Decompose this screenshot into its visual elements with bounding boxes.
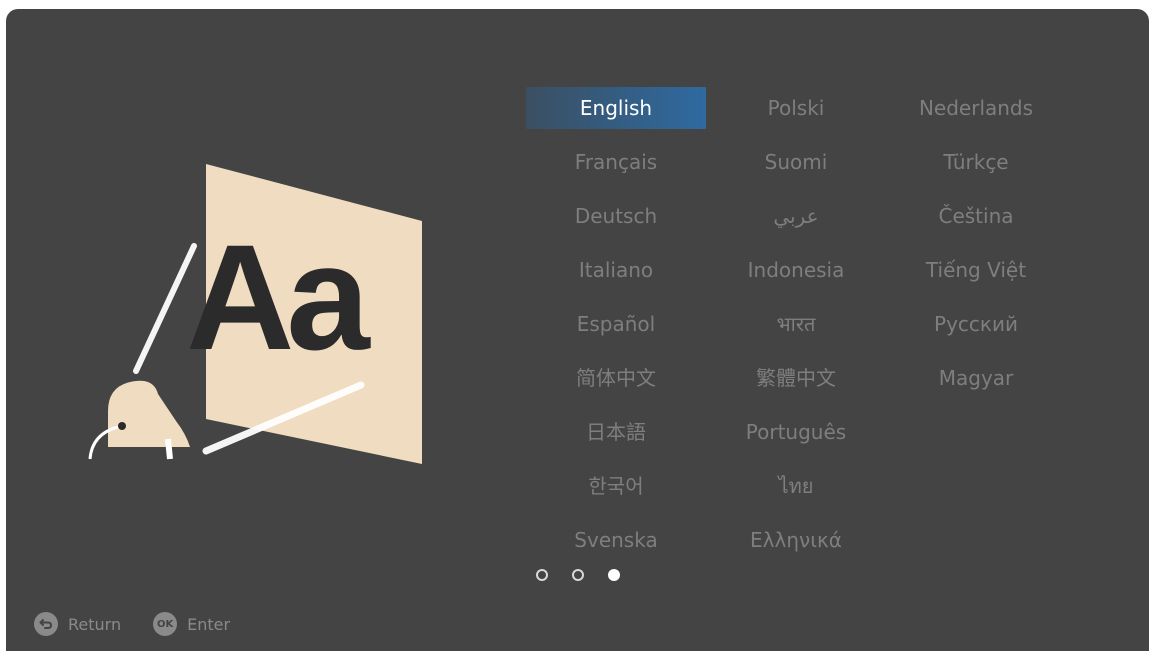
language-item-nederlands[interactable]: Nederlands	[886, 87, 1066, 129]
language-item-greek[interactable]: Ελληνικά	[706, 519, 886, 561]
return-hint[interactable]: Return	[34, 612, 121, 636]
footer-hints: Return OK Enter	[34, 612, 262, 636]
language-illustration: Aa	[88, 164, 422, 464]
return-arrow-icon	[34, 612, 58, 636]
language-item-deutsch[interactable]: Deutsch	[526, 195, 706, 237]
language-item-francais[interactable]: Français	[526, 141, 706, 183]
language-item-magyar[interactable]: Magyar	[886, 357, 1066, 399]
return-label: Return	[68, 614, 122, 634]
illustration-glyph-text: Aa	[186, 213, 371, 381]
language-item-suomi[interactable]: Suomi	[706, 141, 886, 183]
ok-button-icon: OK	[153, 612, 178, 636]
language-item-hindi[interactable]: भारत	[706, 303, 886, 345]
pagination-dot-2[interactable]	[572, 569, 584, 581]
pagination-dot-3-active[interactable]	[608, 569, 620, 581]
language-item-arabic[interactable]: عربي	[706, 195, 886, 237]
language-item-vietnamese[interactable]: Tiếng Việt	[886, 249, 1066, 291]
language-item-thai[interactable]: ไทย	[706, 465, 886, 507]
pagination-dot-1[interactable]	[536, 569, 548, 581]
language-item-italiano[interactable]: Italiano	[526, 249, 706, 291]
enter-hint[interactable]: OK Enter	[153, 612, 230, 636]
language-item-english[interactable]: English	[526, 87, 706, 129]
language-item-portugues[interactable]: Português	[706, 411, 886, 453]
language-item-russian[interactable]: Русский	[886, 303, 1066, 345]
projector-shape	[108, 380, 190, 447]
language-selection-screen: Aa English Français Deutsch Italiano Esp…	[6, 9, 1149, 651]
language-item-espanol[interactable]: Español	[526, 303, 706, 345]
language-item-traditional-chinese[interactable]: 繁體中文	[706, 357, 886, 399]
enter-label: Enter	[187, 614, 231, 634]
language-item-svenska[interactable]: Svenska	[526, 519, 706, 561]
language-grid: English Français Deutsch Italiano Españo…	[526, 87, 1066, 573]
language-item-simplified-chinese[interactable]: 简体中文	[526, 357, 706, 399]
language-item-korean[interactable]: 한국어	[526, 465, 706, 507]
language-item-turkce[interactable]: Türkçe	[886, 141, 1066, 183]
language-item-polski[interactable]: Polski	[706, 87, 886, 129]
language-item-cestina[interactable]: Čeština	[886, 195, 1066, 237]
language-item-japanese[interactable]: 日本語	[526, 411, 706, 453]
language-item-indonesia[interactable]: Indonesia	[706, 249, 886, 291]
